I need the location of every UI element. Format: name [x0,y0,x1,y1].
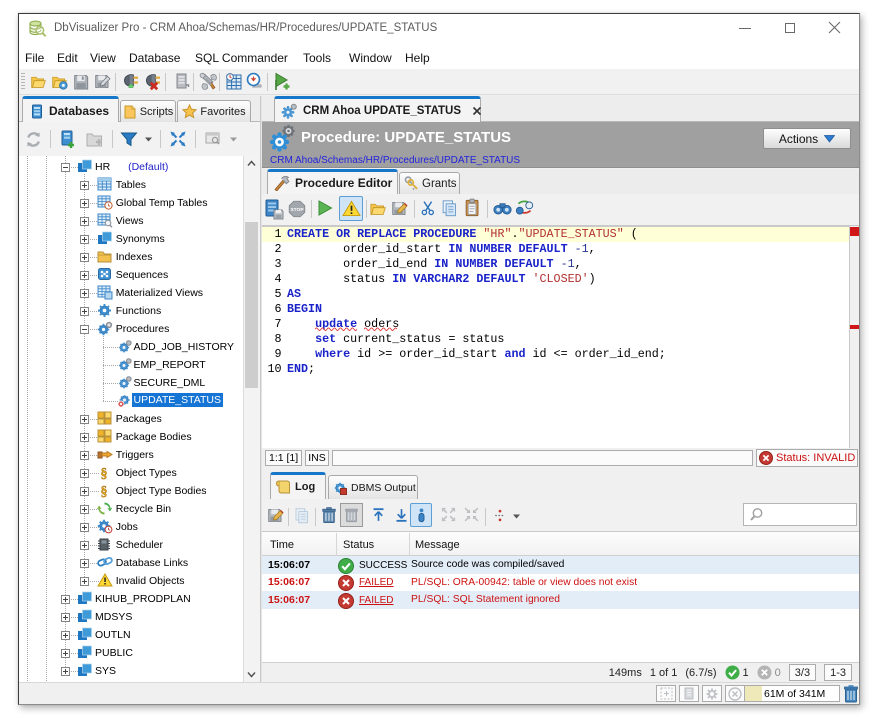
svg-text:STOP: STOP [290,207,304,213]
svg-text:§: § [101,467,108,481]
svg-text:§: § [101,485,108,499]
